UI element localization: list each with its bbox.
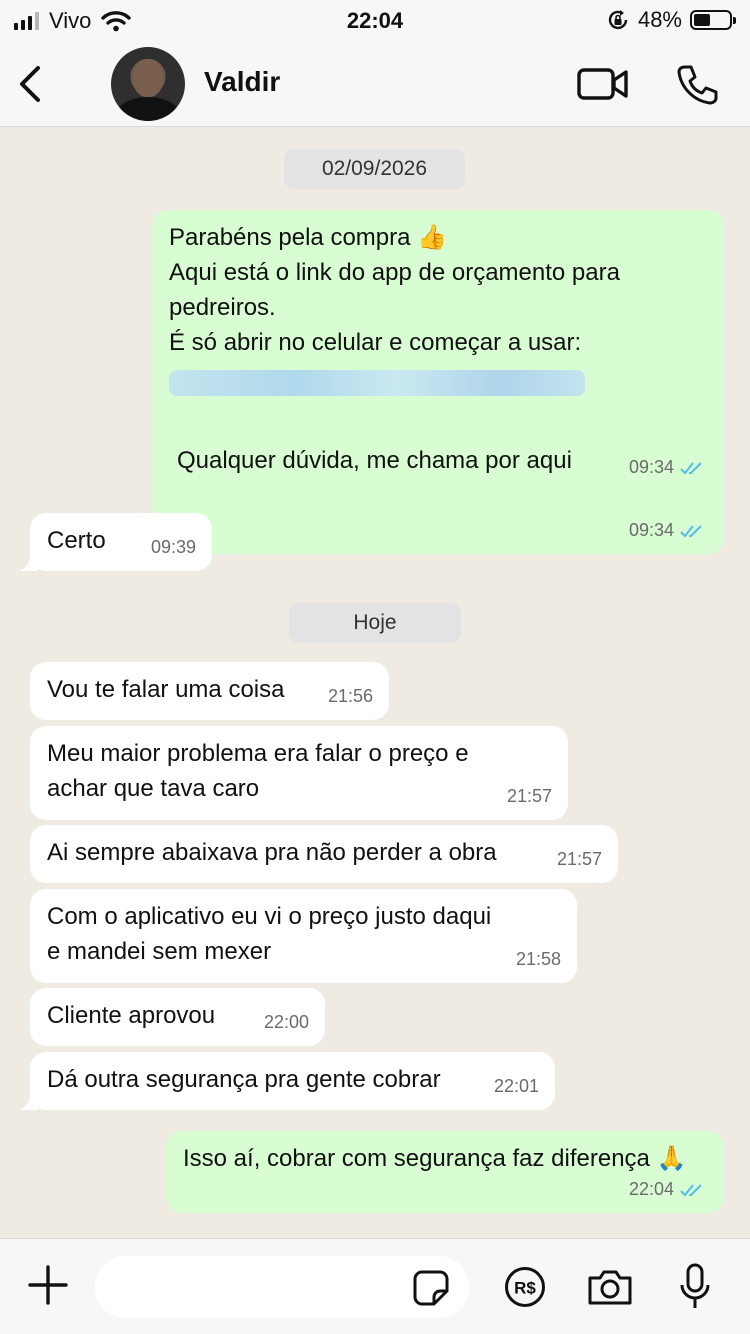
status-bar: Vivo 22:04 48% [0,0,750,44]
message-bubble-incoming[interactable]: Dá outra segurança pra gente cobrar 22:0… [30,1052,555,1110]
read-ticks-icon [680,1183,702,1196]
camera-icon[interactable] [586,1267,634,1307]
back-chevron-icon[interactable] [14,62,50,106]
plus-icon[interactable] [28,1265,68,1305]
status-right: 48% [606,7,736,33]
message-text: Com o aplicativo eu vi o preço justo daq… [47,903,492,965]
message-time: 21:56 [327,686,373,706]
date-separator: Hoje [289,603,461,643]
message-text: Ai sempre abaixava pra não perder a obra [47,839,497,866]
message-text: Isso aí, cobrar com segurança faz difere… [183,1145,687,1172]
message-text: Parabéns pela compra 👍 Aqui está o link … [169,224,620,356]
video-call-icon[interactable] [576,66,630,102]
message-bubble-outgoing[interactable]: Parabéns pela compra 👍 Aqui está o link … [152,210,724,554]
message-time: 09:34 [628,520,674,540]
chat-header: Valdir [0,44,750,127]
message-bubble-incoming[interactable]: Cliente aprovou 22:00 [30,988,325,1046]
message-text: Certo [47,527,106,554]
message-time: 21:58 [515,949,561,969]
svg-text:R$: R$ [514,1279,536,1298]
message-bubble-incoming[interactable]: Certo 09:39 [30,513,212,571]
read-ticks-icon [680,524,702,537]
read-ticks-icon [680,461,702,474]
message-composer: R$ [0,1238,750,1334]
message-bubble-incoming[interactable]: Ai sempre abaixava pra não perder a obra… [30,825,618,883]
bubble-tail [18,1094,38,1110]
microphone-icon[interactable] [678,1263,712,1311]
message-time: 22:00 [263,1012,309,1032]
message-text: Cliente aprovou [47,1002,216,1029]
rotation-lock-icon [608,10,628,30]
message-time: 09:39 [150,537,196,557]
chat-area[interactable]: 02/09/2026 Parabéns pela compra 👍 Aqui e… [0,127,750,1237]
message-text: Qualquer dúvida, me chama por aqui [177,447,572,474]
message-time: 22:04 [628,1179,674,1199]
avatar[interactable] [111,47,185,121]
sticker-icon[interactable] [412,1269,450,1307]
bubble-tail [18,555,38,571]
battery-percent: 48% [637,7,682,32]
message-time: 22:01 [493,1076,539,1096]
message-time: 21:57 [506,786,552,806]
message-time: 09:34 [628,457,674,477]
battery-icon [690,10,736,30]
phone-icon[interactable] [676,64,718,106]
message-time: 21:57 [556,849,602,869]
message-text: Meu maior problema era falar o preço e a… [47,740,469,802]
message-bubble-incoming[interactable]: Vou te falar uma coisa 21:56 [30,662,389,720]
date-separator: 02/09/2026 [284,149,465,189]
message-text: Dá outra segurança pra gente cobrar [47,1066,441,1093]
message-bubble-outgoing[interactable]: Isso aí, cobrar com segurança faz difere… [166,1131,724,1213]
blurred-link[interactable] [169,370,585,396]
message-bubble-outgoing[interactable]: Qualquer dúvida, me chama por aqui 09:34 [160,433,724,491]
message-bubble-incoming[interactable]: Com o aplicativo eu vi o preço justo daq… [30,889,577,983]
contact-name[interactable]: Valdir [204,66,280,98]
payment-real-icon[interactable]: R$ [504,1266,546,1308]
message-bubble-incoming[interactable]: Meu maior problema era falar o preço e a… [30,726,568,820]
message-text: Vou te falar uma coisa [47,676,285,703]
